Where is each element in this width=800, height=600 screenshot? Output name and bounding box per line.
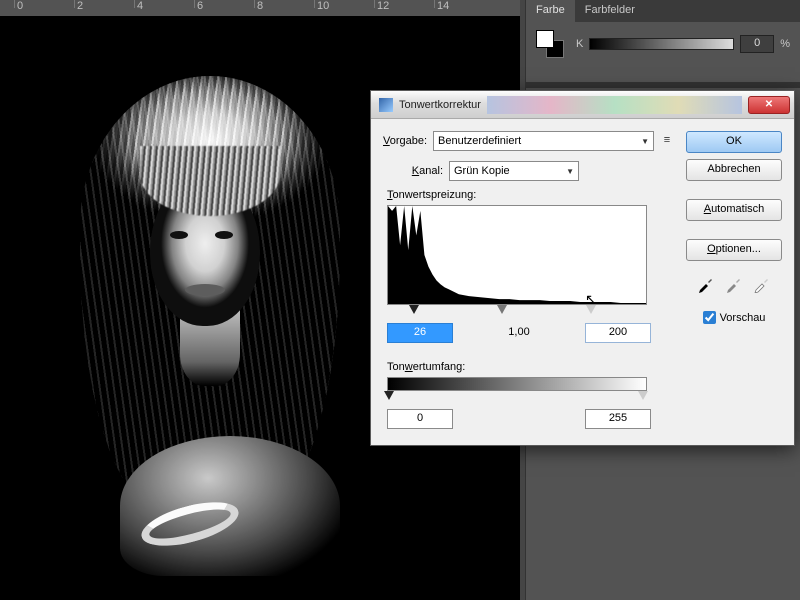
chevron-down-icon: ▼ [641,137,649,146]
channel-combo[interactable]: Grün Kopie ▼ [449,161,579,181]
dialog-titlebar[interactable]: Tonwertkorrektur ✕ [371,91,794,119]
cancel-button[interactable]: Abbrechen [686,159,782,181]
ok-button[interactable]: OK [686,131,782,153]
output-black-slider[interactable] [384,391,394,401]
preset-label: Vorgabe: [383,135,427,147]
output-white-field[interactable]: 255 [585,409,651,429]
gray-eyedropper-icon[interactable] [725,275,743,293]
preview-checkbox[interactable] [703,311,716,324]
output-gradient[interactable] [387,377,647,391]
input-slider-track[interactable]: ↖ [387,305,647,317]
color-panel: Farbe Farbfelder K 0 % [525,0,800,80]
input-white-field[interactable]: 200 [585,323,651,343]
foreground-swatch[interactable] [536,30,554,48]
ruler-container: 02468101214 [0,0,520,16]
preset-combo[interactable]: Benutzerdefiniert ▼ [433,131,654,151]
output-levels-label: Tonwertumfang: [387,361,674,373]
titlebar-gradient [487,96,742,114]
portrait-image [30,36,390,596]
input-levels-label: Tonwertspreizung: [387,189,674,201]
histogram[interactable] [387,205,647,305]
k-slider[interactable] [589,38,734,50]
preset-options-button[interactable]: ≡ [660,134,674,148]
output-black-field[interactable]: 0 [387,409,453,429]
dialog-title: Tonwertkorrektur [399,99,481,111]
auto-button[interactable]: Automatisch [686,199,782,221]
output-slider-track[interactable] [387,391,647,403]
white-eyedropper-icon[interactable] [753,275,771,293]
color-panel-tabs: Farbe Farbfelder [526,0,800,22]
tab-color[interactable]: Farbe [526,0,575,22]
input-black-field[interactable]: 26 [387,323,453,343]
output-white-slider[interactable] [638,391,648,401]
horizontal-ruler: 02468101214 [14,0,514,16]
k-unit: % [780,38,790,50]
app-icon [379,98,393,112]
k-value-field[interactable]: 0 [740,35,774,53]
options-button[interactable]: Optionen... [686,239,782,261]
fg-bg-swatch[interactable] [536,30,564,58]
close-button[interactable]: ✕ [748,96,790,114]
white-point-slider[interactable] [586,305,596,315]
gamma-slider[interactable] [497,305,507,315]
channel-label: Kanal: [401,165,443,177]
preset-value: Benutzerdefiniert [438,135,521,147]
channel-value: Grün Kopie [454,165,510,177]
preview-label[interactable]: Vorschau [720,312,766,324]
histogram-svg [388,206,646,304]
levels-dialog: Tonwertkorrektur ✕ Vorgabe: Benutzerdefi… [370,90,795,446]
input-gamma-field[interactable]: 1,00 [486,323,552,343]
black-eyedropper-icon[interactable] [697,275,715,293]
black-point-slider[interactable] [409,305,419,315]
chevron-down-icon: ▼ [566,167,574,176]
k-label: K [576,38,583,50]
tab-swatches[interactable]: Farbfelder [575,0,645,22]
